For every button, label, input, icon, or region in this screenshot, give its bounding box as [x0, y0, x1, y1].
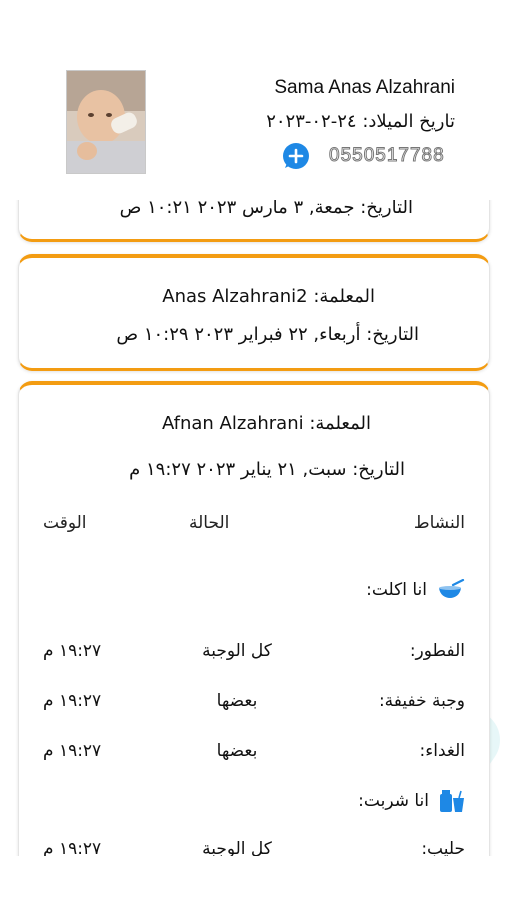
row-time-breakfast: ١٩:٢٧ م [43, 641, 102, 661]
add-message-button[interactable] [283, 143, 309, 169]
bottom-fade [0, 856, 507, 900]
activity-card-3[interactable]: المعلمة: Afnan Alzahrani التاريخ: سبت, ٢… [18, 381, 490, 878]
header-status: الحالة [189, 513, 230, 533]
header-activity: النشاط [413, 513, 465, 533]
teacher-line: المعلمة: Anas Alzahrani2 [162, 286, 375, 307]
phone-number[interactable]: 0550517788 [329, 145, 445, 167]
teacher-line: المعلمة: Afnan Alzahrani [161, 413, 371, 434]
activity-card-2[interactable]: المعلمة: Anas Alzahrani2 التاريخ: أربعاء… [18, 254, 490, 371]
date-line: التاريخ: جمعة, ٣ مارس ٢٠٢٣ ١٠:٢١ ص [119, 197, 413, 218]
date-line: التاريخ: أربعاء, ٢٢ فبراير ٢٠٢٣ ١٠:٢٩ ص [116, 324, 419, 345]
row-time-snack: ١٩:٢٧ م [43, 691, 102, 711]
drink-icon [440, 790, 464, 812]
profile-header: Sama Anas Alzahrani تاريخ الميلاد: ٢٤-٠٢… [0, 0, 507, 200]
row-status-lunch: بعضها [216, 741, 258, 761]
row-time-lunch: ١٩:٢٧ م [43, 741, 102, 761]
section-drank: انا شربت: [358, 789, 465, 813]
bowl-icon [439, 579, 465, 598]
row-label-snack: وجبة خفيفة: [378, 691, 465, 711]
avatar[interactable] [66, 70, 146, 174]
birth-date: تاريخ الميلاد: ٢٤-٠٢-٢٠٢٣ [266, 111, 455, 132]
header-time: الوقت [43, 513, 87, 533]
date-line: التاريخ: سبت, ٢١ يناير ٢٠٢٣ ١٩:٢٧ م [129, 459, 405, 480]
contact-row: 0550517788 [283, 142, 463, 172]
child-name: Sama Anas Alzahrani [274, 77, 455, 98]
row-status-breakfast: كل الوجبة [202, 641, 272, 661]
plus-icon [285, 148, 304, 168]
row-label-lunch: الغداء: [419, 741, 465, 761]
row-label-breakfast: الفطور: [409, 641, 465, 661]
row-status-snack: بعضها [216, 691, 258, 711]
section-ate: انا اكلت: [366, 579, 465, 601]
